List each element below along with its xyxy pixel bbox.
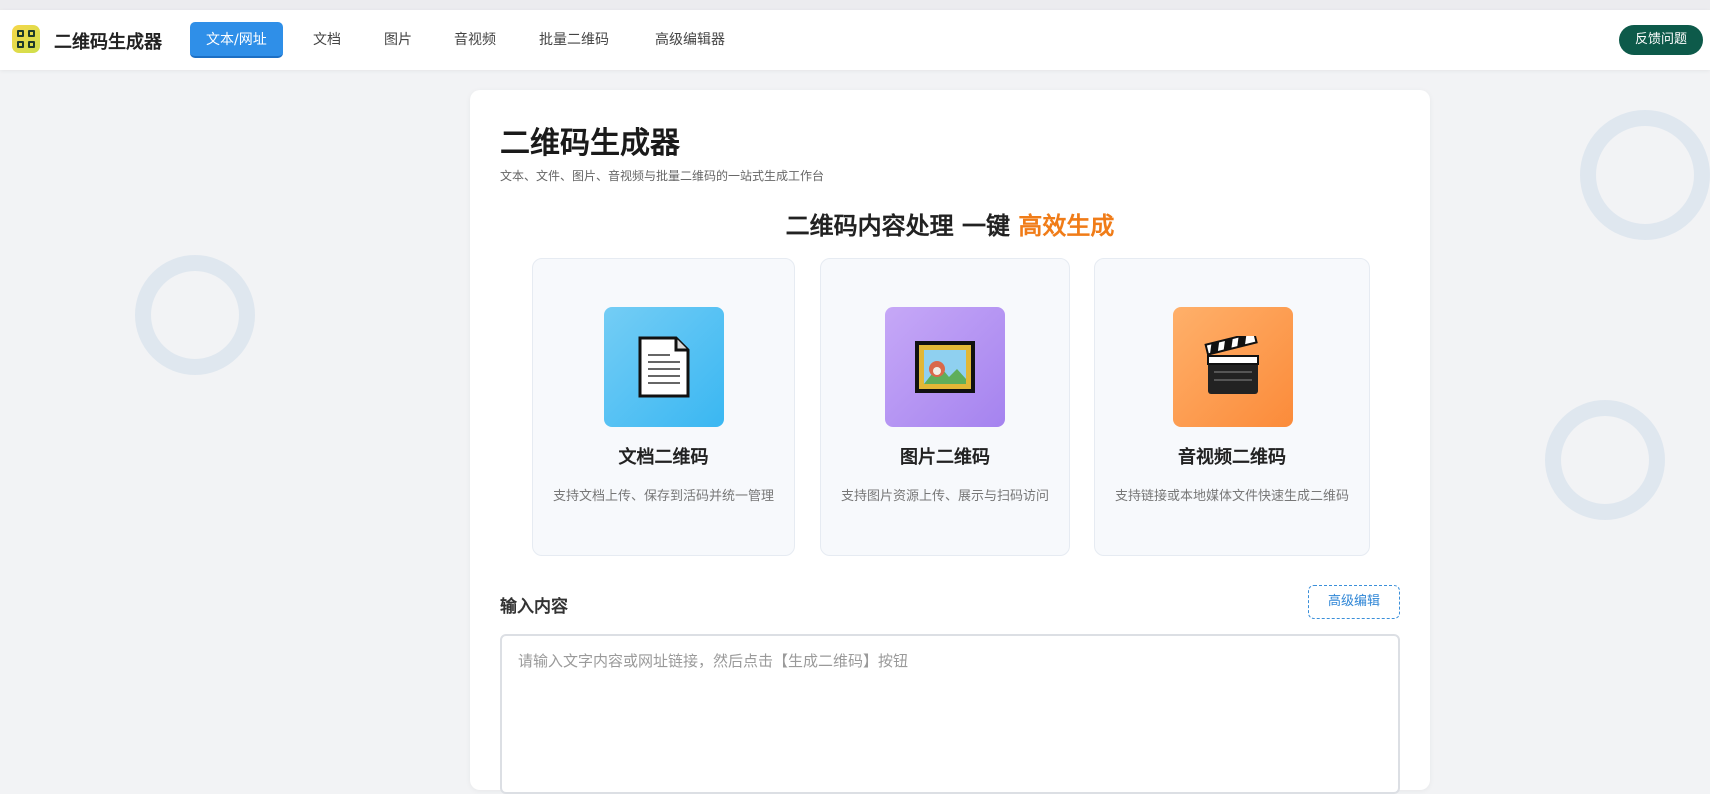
feature-card-image[interactable]: 图片二维码 支持图片资源上传、展示与扫码访问: [820, 258, 1070, 556]
page-title: 二维码生成器: [500, 126, 680, 161]
slogan-text: 二维码内容处理 一键: [785, 212, 1019, 240]
feature-title: 文档二维码: [618, 447, 709, 468]
document-icon: [604, 307, 724, 427]
framed-picture-icon: [885, 307, 1005, 427]
clapper-board-icon: [1173, 307, 1293, 427]
window-top-strip: [0, 0, 1710, 10]
nav-tab-text-url[interactable]: 文本/网址: [190, 22, 283, 58]
feature-title: 音视频二维码: [1178, 447, 1286, 468]
page-subtitle: 文本、文件、图片、音视频与批量二维码的一站式生成工作台: [500, 169, 825, 183]
qr-logo-icon[interactable]: [12, 25, 40, 53]
feedback-button[interactable]: 反馈问题: [1619, 25, 1703, 55]
nav-tab-image[interactable]: 图片: [384, 22, 412, 58]
nav-tab-audio-video[interactable]: 音视频: [454, 22, 496, 58]
feature-card-audio-video[interactable]: 音视频二维码 支持链接或本地媒体文件快速生成二维码: [1094, 258, 1370, 556]
nav-tab-document[interactable]: 文档: [313, 22, 341, 58]
main-card: 二维码生成器 文本、文件、图片、音视频与批量二维码的一站式生成工作台 二维码内容…: [470, 90, 1430, 794]
feature-desc: 支持链接或本地媒体文件快速生成二维码: [1114, 489, 1349, 504]
nav-tab-batch-qr[interactable]: 批量二维码: [539, 22, 609, 58]
advanced-edit-button[interactable]: 高级编辑: [1308, 585, 1400, 619]
nav-tab-advanced-editor[interactable]: 高级编辑器: [655, 22, 725, 58]
whale-watermark-icon: [1580, 110, 1710, 240]
content-input[interactable]: [500, 634, 1400, 794]
whale-watermark-icon: [135, 255, 255, 375]
feature-desc: 支持文档上传、保存到活码并统一管理: [552, 489, 774, 504]
feature-desc: 支持图片资源上传、展示与扫码访问: [840, 489, 1049, 504]
feature-title: 图片二维码: [900, 447, 990, 468]
whale-watermark-icon: [1545, 400, 1665, 520]
slogan: 二维码内容处理 一键 高效生成: [470, 206, 1430, 241]
brand-name[interactable]: 二维码生成器: [54, 28, 162, 54]
top-navbar: 二维码生成器 文本/网址 文档 图片 音视频 批量二维码 高级编辑器 反馈问题: [0, 10, 1710, 70]
feature-card-document[interactable]: 文档二维码 支持文档上传、保存到活码并统一管理: [532, 258, 795, 556]
input-section-label: 输入内容: [500, 597, 568, 617]
slogan-highlight: 高效生成: [1018, 212, 1115, 240]
